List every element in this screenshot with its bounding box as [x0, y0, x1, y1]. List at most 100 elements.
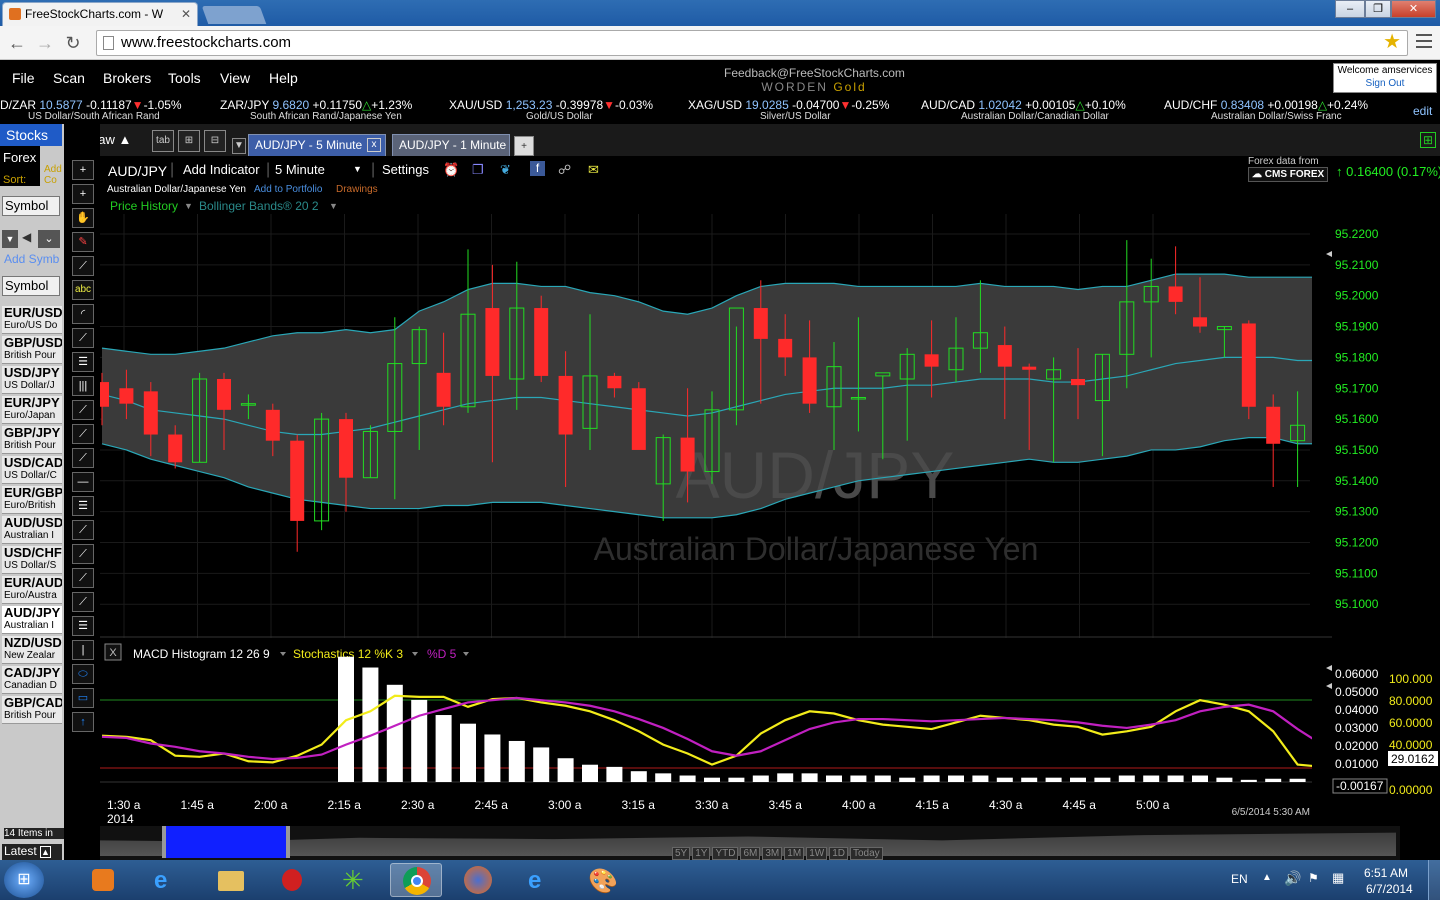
watchlist-item[interactable]: AUD/USD Australian I — [2, 516, 62, 544]
ticker-item[interactable]: XAG/USD 19.0285 -0.04700▼-0.25% Silver/US… — [688, 98, 889, 122]
clock-date[interactable]: 6/7/2014 — [1366, 882, 1413, 896]
watchlist-item[interactable]: EUR/AUD Euro/Austra — [2, 576, 62, 604]
symbol-header[interactable]: Symbol — [2, 196, 60, 216]
horizontal-lines-icon[interactable]: ☰ — [72, 352, 94, 372]
menu-tools[interactable]: Tools — [168, 70, 201, 86]
notes-icon[interactable]: ✉ — [588, 162, 599, 178]
price-history-dropdown-icon[interactable]: ▼ — [184, 201, 193, 211]
sort-label[interactable]: Sort: — [3, 174, 26, 186]
timeline-scroller[interactable]: 5Y 1Y YTD 6M 3M 1M 1W 1D Today — [100, 826, 1400, 860]
reload-icon[interactable]: ↻ — [62, 32, 84, 54]
volume-icon[interactable]: 🔊 — [1284, 870, 1301, 887]
ticker-item[interactable]: XAU/USD 1,253.23 -0.39978▼-0.03% Gold/US … — [449, 98, 653, 122]
watchlist-item[interactable]: GBP/JPY British Pour — [2, 426, 62, 454]
fibonacci-icon[interactable]: ⟋ — [72, 400, 94, 420]
bollinger-label[interactable]: Bollinger Bands® 20 2 — [199, 199, 319, 213]
watchlist-item[interactable]: GBP/USD British Pour — [2, 336, 62, 364]
facebook-icon[interactable]: f — [530, 161, 545, 176]
watchlist-item[interactable]: USD/CHF US Dollar/S — [2, 546, 62, 574]
tab-dropdown-icon[interactable]: ▼ — [232, 138, 246, 154]
bollinger-dropdown-icon[interactable]: ▼ — [329, 201, 338, 211]
ellipse-icon[interactable]: ⬭ — [72, 664, 94, 684]
range-button[interactable]: 6M — [740, 847, 761, 860]
fib-levels-icon[interactable]: ☰ — [72, 616, 94, 636]
menu-file[interactable]: File — [12, 70, 35, 86]
internet-explorer-icon[interactable]: e — [140, 863, 192, 897]
ticker-item[interactable]: AUD/CHF 0.83408 +0.00198△+0.24% Australia… — [1164, 98, 1368, 122]
file-explorer-icon[interactable] — [204, 863, 256, 897]
clock-time[interactable]: 6:51 AM — [1364, 866, 1408, 880]
network-icon[interactable]: ▦ — [1332, 870, 1344, 886]
range-button[interactable]: 1W — [806, 847, 828, 860]
range-button[interactable]: 1D — [829, 847, 848, 860]
ticker-edit-link[interactable]: edit — [1413, 104, 1432, 118]
menu-scan[interactable]: Scan — [53, 70, 85, 86]
watchlist-item[interactable]: EUR/JPY Euro/Japan — [2, 396, 62, 424]
watchlist-item[interactable]: EUR/USD Euro/US Do — [2, 306, 62, 334]
price-chart[interactable]: AUD/JPYAustralian Dollar/Japanese Yen95.… — [100, 214, 1440, 638]
paint-icon[interactable]: 🎨 — [576, 863, 628, 897]
dropdown-icon[interactable]: ▼ — [2, 230, 18, 248]
menu-view[interactable]: View — [220, 70, 250, 86]
range-button[interactable]: YTD — [712, 847, 739, 860]
watchlist-item[interactable]: EUR/GBP Euro/British — [2, 486, 62, 514]
candle[interactable] — [728, 307, 744, 426]
copy-chart-icon[interactable]: ❐ — [472, 162, 484, 178]
range-button[interactable]: Today — [849, 847, 883, 860]
close-window-button[interactable]: ✕ — [1391, 0, 1436, 18]
media-player-icon[interactable] — [76, 863, 128, 897]
chrome-icon[interactable] — [390, 863, 442, 897]
range-button[interactable]: 1Y — [692, 847, 711, 860]
eraser-icon[interactable]: ✎ — [72, 232, 94, 252]
candle[interactable] — [1241, 320, 1256, 420]
watchlist-item[interactable]: CAD/JPY Canadian D — [2, 666, 62, 694]
symbol-header-2[interactable]: Symbol — [2, 276, 60, 296]
tray-expand-icon[interactable]: ▲ — [1262, 872, 1272, 883]
candle[interactable] — [192, 372, 208, 463]
latest-button[interactable]: Latest ▲ — [2, 844, 62, 860]
binoculars-icon[interactable]: ☍ — [558, 162, 571, 178]
tab-audjpy-1min[interactable]: AUD/JPY - 1 Minute — [392, 134, 510, 156]
price-history-label[interactable]: Price History — [110, 199, 178, 213]
ticker-item[interactable]: D/ZAR 10.5877 -0.11187▼-1.05% US Dollar/S… — [0, 98, 182, 122]
macd-label[interactable]: MACD Histogram 12 26 9 — [133, 647, 270, 661]
pct-d-label[interactable]: %D 5 — [427, 647, 457, 661]
arrow-up-icon[interactable]: ↑ — [72, 712, 94, 732]
app-red-icon[interactable] — [266, 863, 318, 897]
gann-icon[interactable]: ⟋ — [72, 544, 94, 564]
tab-audjpy-5min[interactable]: AUD/JPY - 5 Minute x — [248, 134, 386, 156]
watchlist-item[interactable]: GBP/CAD British Pour — [2, 696, 62, 724]
minimize-button[interactable]: – — [1335, 0, 1365, 18]
candle[interactable] — [362, 425, 378, 479]
show-desktop-button[interactable] — [1428, 860, 1440, 900]
horizontal-line-icon[interactable]: — — [72, 472, 94, 492]
close-tab-icon[interactable]: ✕ — [181, 3, 191, 25]
regression-icon[interactable]: ⟋ — [72, 520, 94, 540]
ticker-item[interactable]: ZAR/JPY 9.6820 +0.11750△+1.23% South Afri… — [220, 98, 412, 122]
cursor-cross-icon[interactable]: + — [72, 184, 94, 204]
trendline-icon[interactable]: ⟋ — [72, 256, 94, 276]
sign-out-link[interactable]: Sign Out — [1334, 77, 1436, 90]
app-green-icon[interactable]: ✳ — [328, 863, 380, 897]
close-tab1-icon[interactable]: x — [367, 138, 381, 152]
language-indicator[interactable]: EN — [1231, 872, 1248, 886]
range-button[interactable]: 1M — [784, 847, 805, 860]
text-tool-icon[interactable]: abc — [72, 280, 94, 300]
rectangle-icon[interactable]: ▭ — [72, 688, 94, 708]
bookmark-star-icon[interactable]: ★ — [1383, 30, 1401, 54]
scroller-range-handle[interactable] — [162, 826, 290, 858]
speed-lines-icon[interactable]: ⟋ — [72, 592, 94, 612]
candle[interactable] — [631, 382, 646, 450]
cms-forex-logo[interactable]: ☁ CMS FOREX — [1248, 167, 1329, 182]
vertical-line-icon[interactable]: | — [72, 640, 94, 660]
ticker-item[interactable]: AUD/CAD 1.02042 +0.00105△+0.10% Australia… — [921, 98, 1126, 122]
browser-menu-icon[interactable] — [1416, 34, 1432, 48]
watchlist-item[interactable]: NZD/USD New Zealar — [2, 636, 62, 664]
candle[interactable] — [314, 412, 330, 531]
drawings-link[interactable]: Drawings — [336, 184, 378, 195]
add-indicator-button[interactable]: Add Indicator — [183, 162, 260, 177]
menu-brokers[interactable]: Brokers — [103, 70, 151, 86]
menu-help[interactable]: Help — [269, 70, 298, 86]
pitchfork-icon[interactable]: ⟋ — [72, 448, 94, 468]
settings-button[interactable]: Settings — [382, 162, 429, 177]
